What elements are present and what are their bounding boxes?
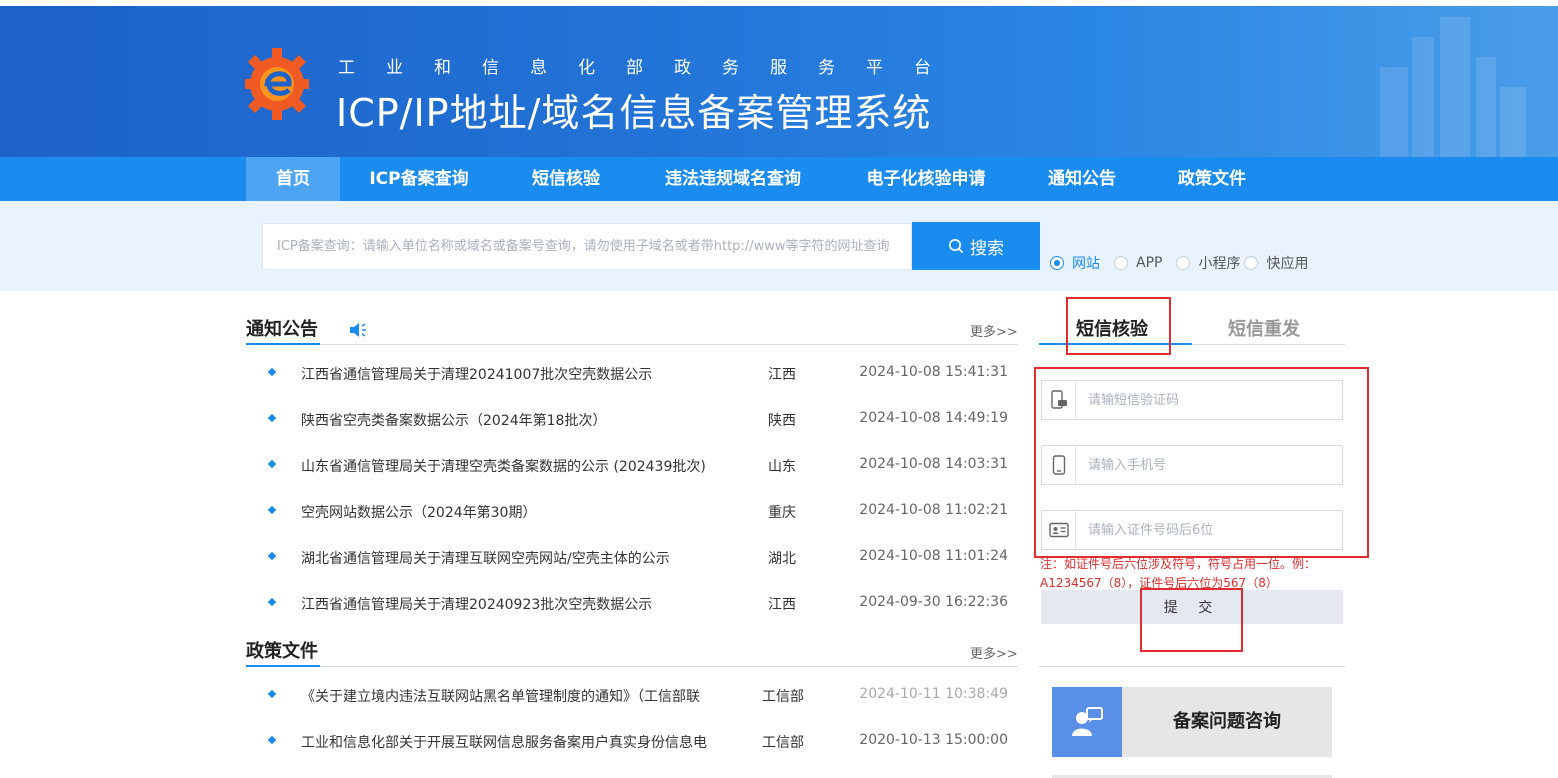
phone-field xyxy=(1041,445,1343,485)
notice-row: 陕西省空壳类备案数据公示（2024年第18批次） 陕西 2024-10-08 1… xyxy=(246,402,1018,448)
policies-more-link[interactable]: 更多>> xyxy=(970,643,1018,662)
active-tab-underline xyxy=(1039,343,1192,345)
radio-quick-app[interactable]: 快应用 xyxy=(1244,253,1308,273)
notices-more-link[interactable]: 更多>> xyxy=(970,321,1018,340)
id-number-input[interactable] xyxy=(1088,520,1328,540)
policies-title-underline xyxy=(246,665,320,667)
icp-search-input[interactable] xyxy=(262,223,912,270)
policies-title: 政策文件 xyxy=(246,641,318,662)
notice-date: 2024-10-08 14:49:19 xyxy=(859,410,1008,426)
consult-icon-box xyxy=(1052,687,1122,757)
notice-row: 空壳网站数据公示（2024年第30期） 重庆 2024-10-08 11:02:… xyxy=(246,494,1018,540)
platform-subtitle: 工业和信息化部政务服务平台 xyxy=(338,58,962,78)
filing-consult-card[interactable]: 备案问题咨询 xyxy=(1052,687,1332,757)
notice-date: 2024-09-30 16:22:36 xyxy=(859,594,1008,610)
notice-province: 山东 xyxy=(768,459,796,475)
consult-label: 备案问题咨询 xyxy=(1173,711,1281,732)
notice-province: 重庆 xyxy=(768,505,796,521)
radio-dot-icon xyxy=(1050,256,1064,270)
bullet-icon xyxy=(267,735,277,745)
notice-province: 陕西 xyxy=(768,413,796,429)
nav-e-verify-apply[interactable]: 电子化核验申请 xyxy=(848,157,1004,201)
notices-divider xyxy=(246,344,1018,345)
bullet-icon xyxy=(267,597,277,607)
consult-chat-icon xyxy=(1072,707,1103,736)
radio-dot-icon xyxy=(1176,256,1191,270)
policy-source: 工信部 xyxy=(762,689,804,705)
policy-source: 工信部 xyxy=(762,735,804,751)
header-banner: 工业和信息化部政务服务平台 ICP/IP地址/域名信息备案管理系统 xyxy=(0,6,1558,157)
sms-code-input[interactable] xyxy=(1088,390,1328,410)
radio-dot-icon xyxy=(1244,256,1259,270)
nav-illegal-domain[interactable]: 违法违规域名查询 xyxy=(646,157,820,201)
radio-website[interactable]: 网站 xyxy=(1050,253,1100,273)
notice-date: 2024-10-08 11:01:24 xyxy=(859,548,1008,564)
bullet-icon xyxy=(267,413,277,423)
page: 工业和信息化部政务服务平台 ICP/IP地址/域名信息备案管理系统 首页 ICP… xyxy=(0,0,1558,778)
speaker-icon xyxy=(350,323,366,337)
sms-code-field xyxy=(1041,380,1343,420)
notice-row: 山东省通信管理局关于清理空壳类备案数据的公示 (202439批次) 山东 202… xyxy=(246,448,1018,494)
radio-label: APP xyxy=(1136,255,1163,271)
notice-province: 江西 xyxy=(768,367,796,383)
policies-divider xyxy=(246,666,1018,667)
tab-sms-resend[interactable]: 短信重发 xyxy=(1228,315,1300,341)
notice-row: 湖北省通信管理局关于清理互联网空壳网站/空壳主体的公示 湖北 2024-10-0… xyxy=(246,540,1018,586)
miit-gear-logo-icon xyxy=(245,48,309,120)
search-band: 搜索 网站 APP 小程序 快应用 xyxy=(0,201,1558,291)
notice-row: 江西省通信管理局关于清理20240923批次空壳数据公示 江西 2024-09-… xyxy=(246,586,1018,632)
search-type-radios: 网站 APP 小程序 快应用 xyxy=(1050,253,1322,273)
radio-dot-icon xyxy=(1114,256,1128,270)
main-nav: 首页 ICP备案查询 短信核验 违法违规域名查询 电子化核验申请 通知公告 政策… xyxy=(0,157,1558,201)
policy-title[interactable]: 《关于建立境内违法互联网站黑名单管理制度的通知》（工信部联 xyxy=(301,686,700,706)
notice-province: 湖北 xyxy=(768,551,796,567)
notice-title[interactable]: 江西省通信管理局关于清理20240923批次空壳数据公示 xyxy=(301,594,652,614)
search-button[interactable]: 搜索 xyxy=(912,222,1040,270)
notice-title[interactable]: 山东省通信管理局关于清理空壳类备案数据的公示 (202439批次) xyxy=(301,456,706,476)
notice-date: 2024-10-08 11:02:21 xyxy=(859,502,1008,518)
policy-date: 2020-10-13 15:00:00 xyxy=(859,732,1008,748)
panel-bottom-divider xyxy=(1039,666,1345,667)
notice-title[interactable]: 湖北省通信管理局关于清理互联网空壳网站/空壳主体的公示 xyxy=(301,548,670,568)
phone-input[interactable] xyxy=(1088,455,1328,475)
notice-row: 江西省通信管理局关于清理20241007批次空壳数据公示 江西 2024-10-… xyxy=(246,356,1018,402)
notice-date: 2024-10-08 14:03:31 xyxy=(859,456,1008,472)
policy-row: 《关于建立境内违法互联网站黑名单管理制度的通知》（工信部联 工信部 2024-1… xyxy=(246,678,1018,724)
search-icon xyxy=(949,239,964,254)
radio-app[interactable]: APP xyxy=(1114,255,1162,271)
radio-label: 网站 xyxy=(1072,256,1100,272)
id-number-field xyxy=(1041,510,1343,550)
mobile-phone-icon xyxy=(1042,446,1076,484)
bullet-icon xyxy=(267,459,277,469)
nav-icp-query[interactable]: ICP备案查询 xyxy=(352,157,486,201)
notices-title-underline xyxy=(246,343,320,345)
bullet-icon xyxy=(267,551,277,561)
radio-label: 小程序 xyxy=(1198,256,1241,272)
system-title: ICP/IP地址/域名信息备案管理系统 xyxy=(336,91,932,135)
tab-sms-verify[interactable]: 短信核验 xyxy=(1076,315,1148,341)
id-card-icon xyxy=(1042,511,1076,549)
notice-date: 2024-10-08 15:41:31 xyxy=(859,364,1008,380)
bullet-icon xyxy=(267,367,277,377)
policy-row: 工业和信息化部关于开展互联网信息服务备案用户真实身份信息电 工信部 2020-1… xyxy=(246,724,1018,770)
notice-title[interactable]: 陕西省空壳类备案数据公示（2024年第18批次） xyxy=(301,410,606,430)
notice-province: 江西 xyxy=(768,597,796,613)
notice-title[interactable]: 江西省通信管理局关于清理20241007批次空壳数据公示 xyxy=(301,364,652,384)
radio-mini-program[interactable]: 小程序 xyxy=(1176,253,1240,273)
nav-home[interactable]: 首页 xyxy=(246,157,340,201)
submit-button[interactable]: 提 交 xyxy=(1041,590,1343,624)
policy-date: 2024-10-11 10:38:49 xyxy=(859,686,1008,702)
search-button-label: 搜索 xyxy=(970,238,1004,259)
id-number-note: 注：如证件号后六位涉及符号，符号占用一位。例：A1234567（8），证件号后六… xyxy=(1040,557,1317,590)
nav-policies[interactable]: 政策文件 xyxy=(1162,157,1262,201)
nav-sms-verify[interactable]: 短信核验 xyxy=(516,157,616,201)
bullet-icon xyxy=(267,689,277,699)
bullet-icon xyxy=(267,505,277,515)
nav-notices[interactable]: 通知公告 xyxy=(1032,157,1132,201)
notices-title: 通知公告 xyxy=(246,319,318,340)
radio-label: 快应用 xyxy=(1266,256,1309,272)
policy-title[interactable]: 工业和信息化部关于开展互联网信息服务备案用户真实身份信息电 xyxy=(301,732,707,752)
notice-title[interactable]: 空壳网站数据公示（2024年第30期） xyxy=(301,502,536,522)
sms-phone-icon xyxy=(1042,381,1076,419)
